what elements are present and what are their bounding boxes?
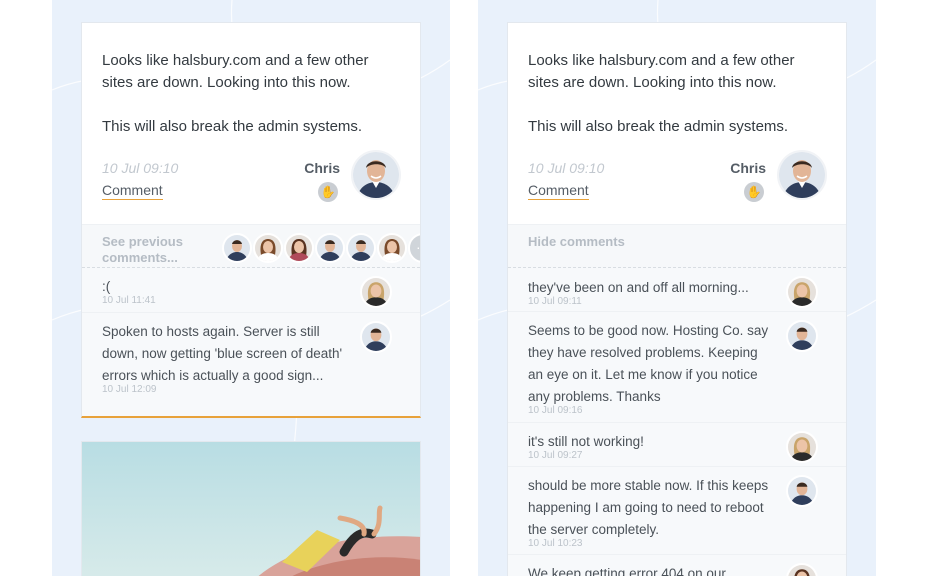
photo-post[interactable] xyxy=(81,441,421,576)
post-body: Looks like halsbury.com and a few other … xyxy=(82,23,420,138)
comment-text: We keep getting error 404 on our xyxy=(528,566,726,576)
avatar-woman-icon[interactable] xyxy=(786,563,818,576)
post-meta: 10 Jul 09:10 Comment Chris ✋ xyxy=(82,150,420,224)
comment-item: :( 10 Jul 11:41 xyxy=(82,268,420,313)
avatar-man-icon xyxy=(779,152,825,198)
more-commenters-icon[interactable]: ··· xyxy=(408,233,420,263)
author-avatar[interactable] xyxy=(351,150,401,200)
hide-comments-bar: Hide comments xyxy=(508,224,846,268)
avatar-man-icon[interactable] xyxy=(786,320,818,352)
post-date: 10 Jul 09:10 xyxy=(528,160,605,176)
comment-time: 10 Jul 09:27 xyxy=(528,450,583,461)
author-name: Chris xyxy=(304,160,340,176)
post-card: Looks like halsbury.com and a few other … xyxy=(507,22,847,576)
avatar-man-icon[interactable] xyxy=(346,233,376,263)
post-body: Looks like halsbury.com and a few other … xyxy=(508,23,846,138)
avatar-man-icon[interactable] xyxy=(315,233,345,263)
comment-text: Spoken to hosts again. Server is still d… xyxy=(102,324,343,383)
post-card: Looks like halsbury.com and a few other … xyxy=(81,22,421,418)
avatar-woman-icon[interactable] xyxy=(360,276,392,308)
avatar-woman-icon[interactable] xyxy=(786,431,818,463)
comment-item: should be more stable now. If this keeps… xyxy=(508,467,846,555)
comment-item: Seems to be good now. Hosting Co. say th… xyxy=(508,312,846,423)
avatar-man-icon[interactable] xyxy=(222,233,252,263)
comment-item: it's still not working! 10 Jul 09:27 xyxy=(508,423,846,467)
comment-text: Seems to be good now. Hosting Co. say th… xyxy=(528,323,769,404)
comment-link[interactable]: Comment xyxy=(102,182,163,200)
avatar-woman-icon[interactable] xyxy=(377,233,407,263)
post-date: 10 Jul 09:10 xyxy=(102,160,179,176)
avatar-woman-icon[interactable] xyxy=(786,276,818,308)
comment-item: Spoken to hosts again. Server is still d… xyxy=(82,313,420,416)
avatar-woman-icon[interactable] xyxy=(253,233,283,263)
photo-bouncy-castle-icon xyxy=(82,442,420,576)
avatar-woman-icon[interactable] xyxy=(284,233,314,263)
author-avatar[interactable] xyxy=(777,150,827,200)
comment-link[interactable]: Comment xyxy=(528,182,589,200)
previous-comments-bar: See previous comments... · xyxy=(82,224,420,268)
hand-wave-icon[interactable]: ✋ xyxy=(318,182,338,202)
comment-item: they've been on and off all morning... 1… xyxy=(508,268,846,312)
post-text: Looks like halsbury.com and a few other … xyxy=(528,52,795,91)
comment-text: should be more stable now. If this keeps… xyxy=(528,478,769,537)
right-feed-column: Looks like halsbury.com and a few other … xyxy=(478,0,876,576)
avatar-man-icon xyxy=(353,152,399,198)
comment-item: We keep getting error 404 on our xyxy=(508,555,846,576)
author-name: Chris xyxy=(730,160,766,176)
see-previous-comments-link[interactable]: See previous comments... xyxy=(102,234,202,266)
post-text: Looks like halsbury.com and a few other … xyxy=(102,52,369,91)
avatar-man-icon[interactable] xyxy=(360,321,392,353)
comment-time: 10 Jul 11:41 xyxy=(102,295,156,306)
left-feed-column: Looks like halsbury.com and a few other … xyxy=(52,0,450,576)
avatar-man-icon[interactable] xyxy=(786,475,818,507)
post-text: This will also break the admin systems. xyxy=(102,118,363,135)
post-meta: 10 Jul 09:10 Comment Chris ✋ xyxy=(508,150,846,224)
hand-wave-icon[interactable]: ✋ xyxy=(744,182,764,202)
post-text: This will also break the admin systems. xyxy=(528,118,789,135)
hide-comments-link[interactable]: Hide comments xyxy=(528,234,625,250)
